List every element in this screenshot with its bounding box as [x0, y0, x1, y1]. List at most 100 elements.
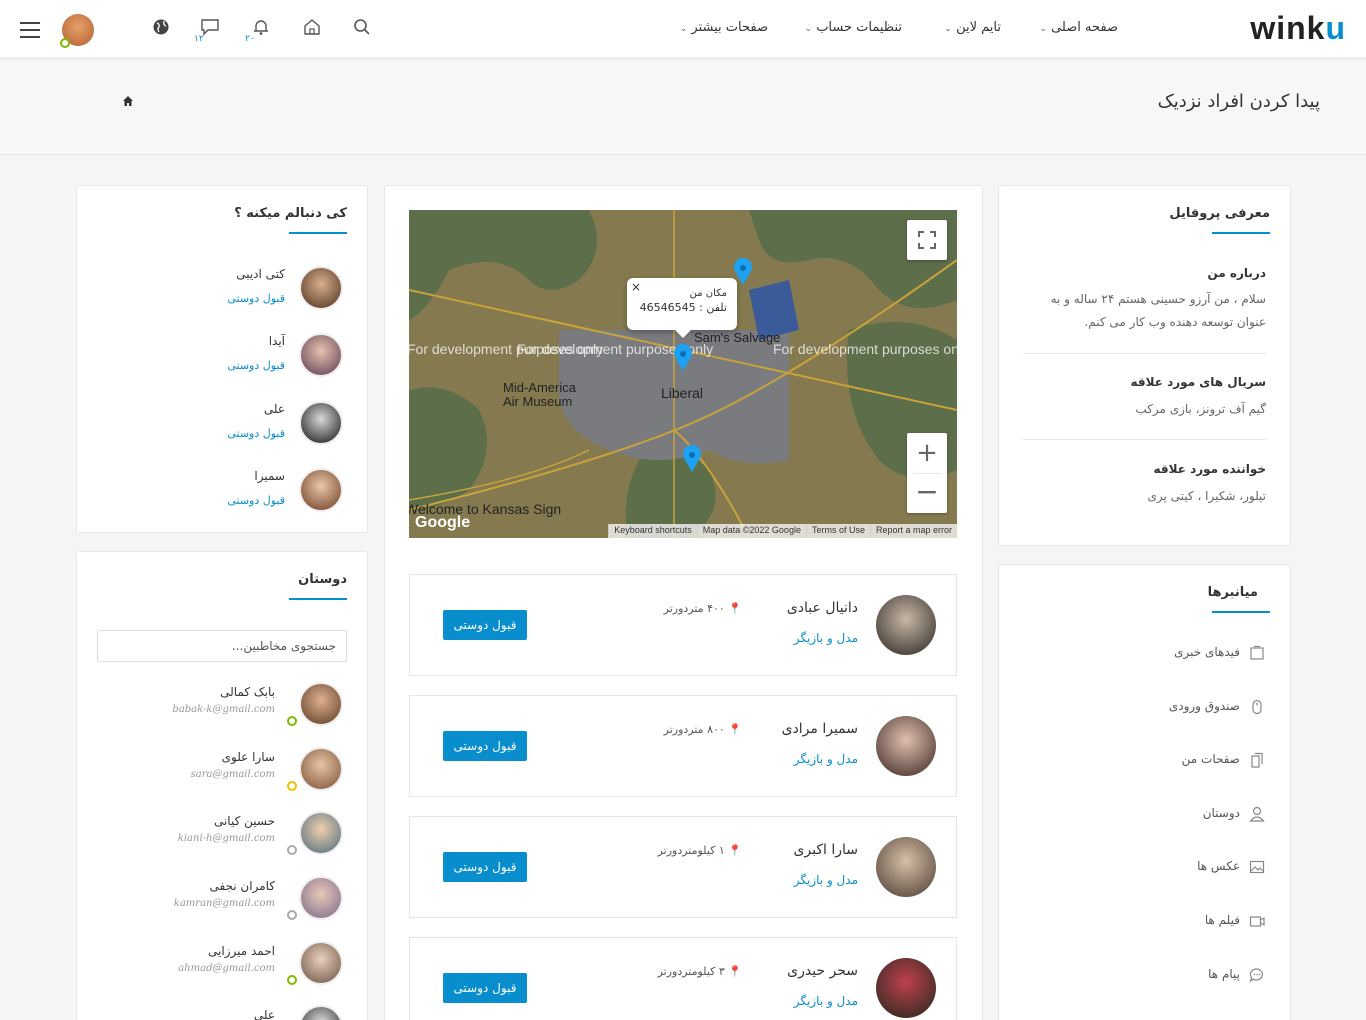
status-dot-icon: [287, 781, 297, 791]
status-dot-icon: [287, 845, 297, 855]
zoom-out-icon[interactable]: −: [907, 474, 947, 513]
map-marker-icon[interactable]: [733, 258, 753, 286]
pages-icon: [1248, 752, 1266, 770]
report-error-link[interactable]: Report a map error: [869, 524, 957, 538]
friend-email: kamran@gmail.com: [173, 898, 275, 909]
profile-intro-card: معرفی پروفایل درباره من سلام ، من آرزو ح…: [998, 185, 1291, 546]
keyboard-shortcuts-link[interactable]: Keyboard shortcuts: [608, 524, 697, 538]
shortcut-inbox[interactable]: صندوق ورودی: [1026, 697, 1266, 719]
avatar[interactable]: [876, 595, 936, 655]
terms-link[interactable]: Terms of Use: [805, 524, 870, 538]
title-underline: [289, 232, 347, 234]
follower-name[interactable]: کتی ادیبی: [236, 267, 285, 281]
avatar[interactable]: [876, 837, 936, 897]
profile-intro-title: معرفی پروفایل: [1169, 206, 1270, 221]
friend-name[interactable]: علی: [254, 1008, 275, 1020]
avatar[interactable]: [299, 468, 343, 512]
distance-value: ۳ کیلومتردورتر: [657, 965, 725, 978]
shortcut-videos[interactable]: فیلم ها: [1026, 911, 1266, 933]
map-terrain: [409, 210, 957, 538]
shortcut-messages[interactable]: پیام ها: [1026, 965, 1266, 987]
hamburger-menu-icon[interactable]: [20, 22, 40, 43]
accept-friend-button[interactable]: قبول دوستی: [443, 610, 527, 640]
nav-timeline[interactable]: تایم لاین ⌄: [944, 20, 1001, 35]
shortcut-my-pages[interactable]: صفحات من: [1026, 750, 1266, 772]
follower-name[interactable]: علی: [264, 402, 285, 416]
avatar[interactable]: [876, 716, 936, 776]
avatar[interactable]: [299, 1005, 343, 1020]
close-icon[interactable]: ×: [631, 280, 641, 294]
globe-icon[interactable]: [150, 18, 172, 40]
avatar[interactable]: [299, 266, 343, 310]
nearby-person-role: مدل و بازیگر: [793, 994, 858, 1008]
map-salvage-label: Sam's Salvage: [694, 330, 781, 345]
distance-text: 📍 ۱ کیلومتردورتر: [658, 844, 742, 857]
title-underline: [1212, 611, 1270, 613]
shortcut-friends[interactable]: دوستان: [1026, 804, 1266, 826]
shortcut-label: دوستان: [1202, 806, 1240, 820]
accept-friend-link[interactable]: قبول دوستی: [227, 359, 285, 372]
follower-name[interactable]: سمیرا: [254, 469, 285, 483]
divider: [1023, 353, 1266, 354]
avatar[interactable]: [299, 333, 343, 377]
fullscreen-icon[interactable]: [907, 220, 947, 260]
nearby-person-name[interactable]: سحر حیدری: [787, 963, 858, 979]
friend-name[interactable]: بابک کمالی: [220, 685, 275, 699]
avatar[interactable]: [876, 958, 936, 1018]
avatar[interactable]: [299, 401, 343, 445]
friend-email: sara@gmail.com: [190, 769, 275, 780]
friend-name[interactable]: سارا علوی: [222, 750, 275, 764]
follower-name[interactable]: آیدا: [269, 334, 285, 348]
popup-phone: تلفن : 46546545: [639, 301, 727, 314]
avatar[interactable]: [299, 682, 343, 726]
nearby-person-role: مدل و بازیگر: [793, 631, 858, 645]
zoom-in-icon[interactable]: +: [907, 433, 947, 473]
map-marker-icon[interactable]: [682, 445, 702, 473]
friend-name[interactable]: حسین کیانی: [214, 814, 275, 828]
home-icon[interactable]: [301, 18, 323, 40]
shortcuts-title: میانبرها: [1207, 585, 1258, 600]
contacts-search-input[interactable]: [97, 630, 347, 662]
friend-email: babak-k@gmail.com: [172, 704, 275, 715]
shortcut-news-feed[interactable]: فیدهای خبری: [1026, 643, 1266, 665]
nearby-person-name[interactable]: دانیال عبادی: [787, 600, 858, 616]
accept-friend-link[interactable]: قبول دوستی: [227, 292, 285, 305]
accept-friend-link[interactable]: قبول دوستی: [227, 427, 285, 440]
followers-title: کی دنبالم میکنه ؟: [234, 206, 347, 221]
friends-title: دوستان: [298, 572, 347, 587]
accept-friend-link[interactable]: قبول دوستی: [227, 494, 285, 507]
avatar[interactable]: [299, 941, 343, 985]
nav-more-pages[interactable]: صفحات بیشتر ⌄: [680, 20, 768, 35]
accept-friend-button[interactable]: قبول دوستی: [443, 731, 527, 761]
distance-text: 📍 ۳ کیلومتردورتر: [658, 965, 742, 978]
nearby-person-row: سمیرا مرادی مدل و بازیگر 📍 ۸۰۰ متردورتر …: [409, 695, 957, 797]
nav-account-settings[interactable]: تنظیمات حساب ⌄: [805, 20, 903, 35]
nav-account-settings-label: تنظیمات حساب: [816, 20, 902, 35]
distance-value: ۸۰۰ متردورتر: [663, 723, 725, 736]
location-pin-icon: 📍: [728, 602, 742, 615]
video-icon: [1248, 913, 1266, 931]
distance-text: 📍 ۴۰۰ متردورتر: [664, 602, 742, 615]
nav-home[interactable]: صفحه اصلی ⌄: [1039, 20, 1118, 35]
search-icon[interactable]: [351, 18, 373, 40]
breadcrumb-home-icon[interactable]: [122, 95, 134, 111]
location-pin-icon: 📍: [728, 844, 742, 857]
accept-friend-button[interactable]: قبول دوستی: [443, 973, 527, 1003]
friend-name[interactable]: کامران نجفی: [209, 879, 275, 893]
avatar[interactable]: [299, 876, 343, 920]
map[interactable]: For development purposes only For develo…: [409, 210, 957, 538]
friend-name[interactable]: احمد میرزایی: [208, 944, 275, 958]
divider: [1023, 439, 1266, 440]
shortcut-photos[interactable]: عکس ها: [1026, 857, 1266, 879]
avatar[interactable]: [299, 811, 343, 855]
shortcut-label: صندوق ورودی: [1168, 699, 1240, 713]
nearby-person-role: مدل و بازیگر: [793, 873, 858, 887]
location-pin-icon: 📍: [728, 965, 742, 978]
accept-friend-button[interactable]: قبول دوستی: [443, 852, 527, 882]
map-marker-icon[interactable]: [673, 344, 693, 372]
nearby-person-name[interactable]: سارا اکبری: [793, 842, 858, 858]
nearby-person-name[interactable]: سمیرا مرادی: [782, 721, 858, 737]
logo[interactable]: winku: [1250, 10, 1346, 47]
nearby-people-card: For development purposes only For develo…: [384, 185, 983, 1020]
avatar[interactable]: [299, 747, 343, 791]
